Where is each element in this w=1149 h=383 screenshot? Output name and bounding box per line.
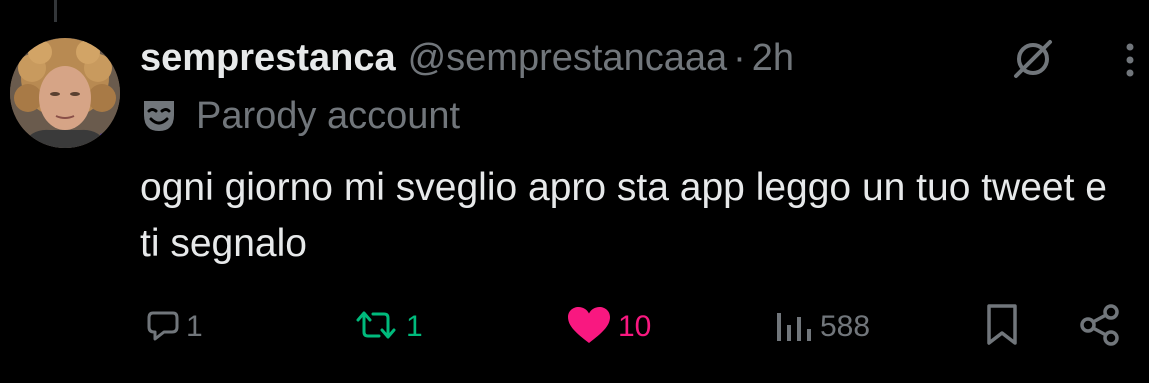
repost-icon bbox=[352, 308, 400, 347]
separator-dot: · bbox=[733, 36, 746, 79]
action-bar: 1 1 10 588 bbox=[0, 300, 1149, 354]
repost-button[interactable]: 1 bbox=[352, 300, 423, 354]
tweet-header: semprestanca @semprestancaaa · 2h bbox=[140, 30, 794, 86]
parody-account-text: Parody account bbox=[196, 94, 461, 137]
timestamp[interactable]: 2h bbox=[752, 37, 794, 80]
views-button[interactable]: 588 bbox=[774, 300, 870, 354]
more-icon[interactable] bbox=[1112, 40, 1148, 80]
tweet-text: ogni giorno mi sveglio apro sta app legg… bbox=[140, 166, 1107, 265]
like-button[interactable]: 10 bbox=[566, 300, 651, 354]
like-icon bbox=[566, 305, 612, 350]
bookmark-button[interactable] bbox=[984, 300, 1020, 354]
grok-icon[interactable] bbox=[1010, 36, 1056, 82]
reply-count: 1 bbox=[186, 310, 203, 343]
avatar[interactable] bbox=[10, 38, 120, 148]
parody-mask-icon bbox=[140, 97, 178, 135]
thread-connector-line bbox=[54, 0, 57, 22]
user-handle[interactable]: @semprestancaaa bbox=[408, 37, 728, 80]
repost-count: 1 bbox=[406, 310, 423, 343]
reply-button[interactable]: 1 bbox=[146, 300, 203, 354]
share-icon bbox=[1078, 303, 1122, 352]
parody-label: Parody account bbox=[140, 92, 460, 140]
views-icon bbox=[774, 307, 814, 348]
views-count: 588 bbox=[820, 310, 871, 343]
share-button[interactable] bbox=[1078, 300, 1122, 354]
reply-icon bbox=[146, 308, 180, 347]
display-name[interactable]: semprestanca bbox=[140, 37, 396, 80]
bookmark-icon bbox=[984, 303, 1020, 352]
like-count: 10 bbox=[618, 310, 652, 343]
